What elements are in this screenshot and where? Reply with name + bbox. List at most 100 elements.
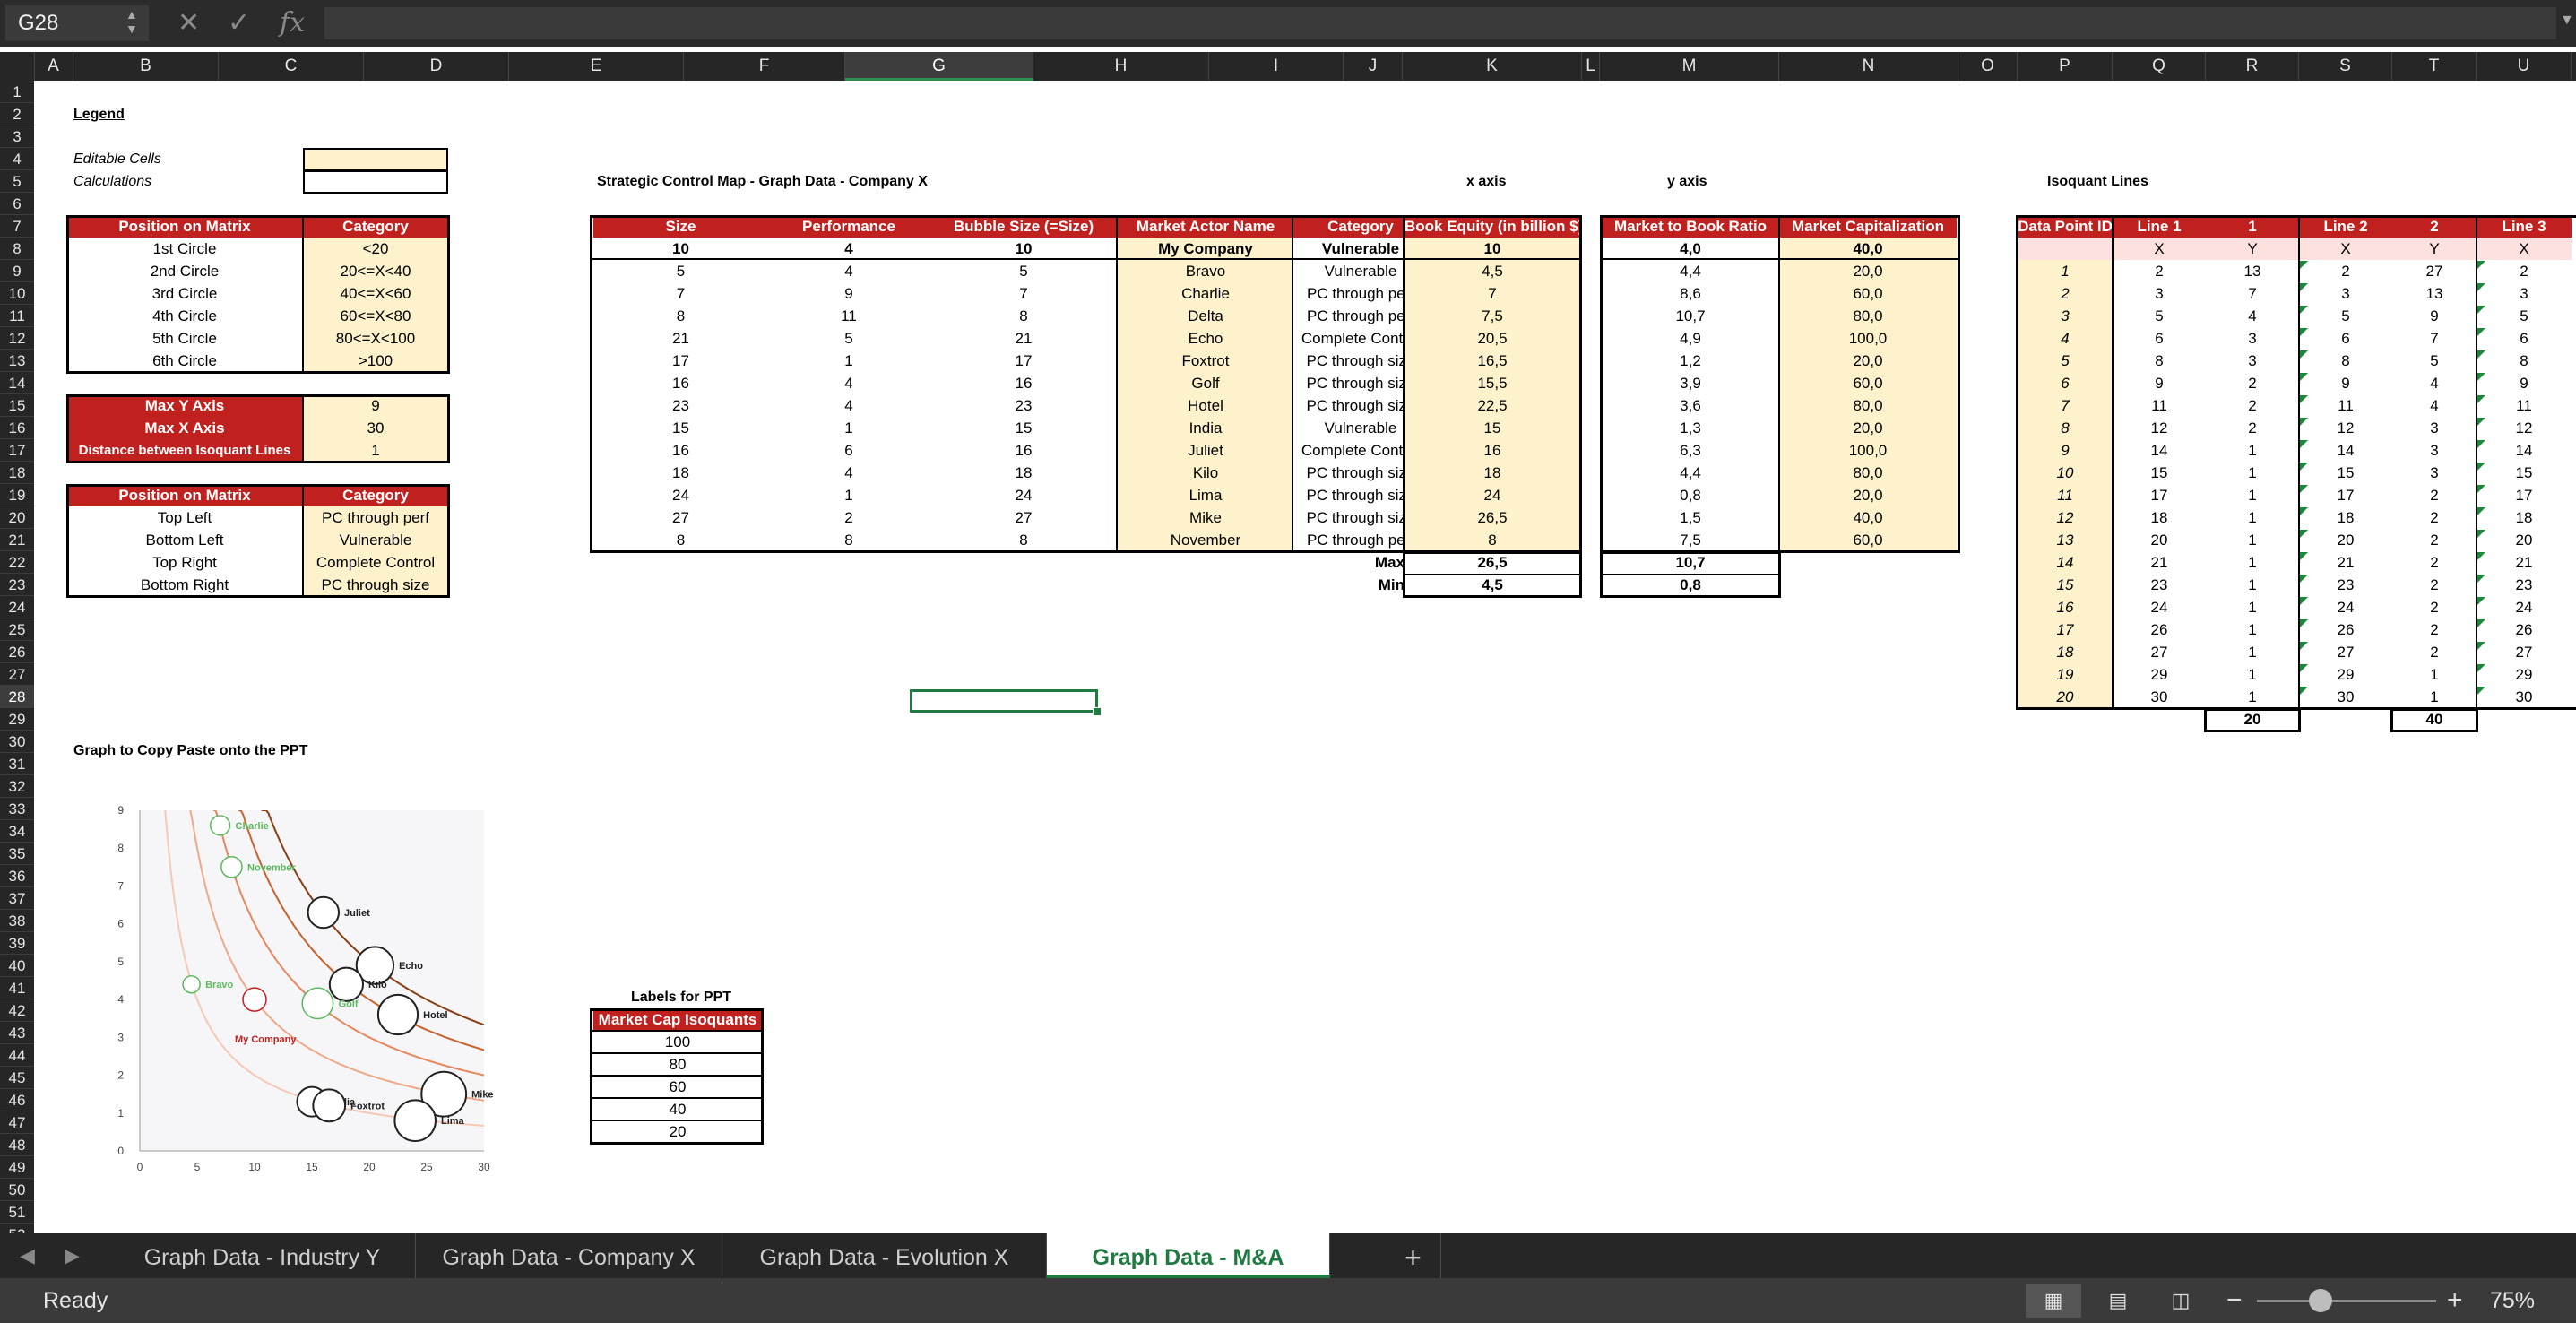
row-header-41[interactable]: 41 (0, 977, 34, 999)
column-header-o[interactable]: O (1958, 52, 2018, 81)
zoom-slider-track[interactable] (2257, 1300, 2436, 1302)
sheet-tab-1[interactable]: Graph Data - Industry Y (109, 1233, 416, 1278)
column-header-p[interactable]: P (2018, 52, 2113, 81)
bubble-juliet[interactable] (307, 895, 341, 930)
row-header-7[interactable]: 7 (0, 215, 34, 238)
row-header-3[interactable]: 3 (0, 125, 34, 148)
row-header-36[interactable]: 36 (0, 865, 34, 887)
bubble-foxtrot[interactable] (312, 1088, 347, 1123)
row-header-8[interactable]: 8 (0, 238, 34, 260)
function-icon[interactable]: fx (280, 7, 305, 39)
row-header-18[interactable]: 18 (0, 462, 34, 484)
row-header-51[interactable]: 51 (0, 1201, 34, 1224)
row-header-24[interactable]: 24 (0, 596, 34, 618)
row-header-48[interactable]: 48 (0, 1134, 34, 1156)
row-header-46[interactable]: 46 (0, 1089, 34, 1111)
row-header-13[interactable]: 13 (0, 350, 34, 372)
row-header-15[interactable]: 15 (0, 394, 34, 417)
bubble-kilo[interactable] (328, 966, 364, 1002)
row-header-34[interactable]: 34 (0, 820, 34, 843)
row-header-28[interactable]: 28 (0, 686, 34, 708)
column-header-n[interactable]: N (1779, 52, 1958, 81)
bubble-charlie[interactable] (209, 815, 231, 836)
row-header-45[interactable]: 45 (0, 1067, 34, 1089)
column-header-h[interactable]: H (1033, 52, 1209, 81)
column-header-u[interactable]: U (2477, 52, 2572, 81)
row-header-17[interactable]: 17 (0, 439, 34, 462)
row-header-50[interactable]: 50 (0, 1179, 34, 1201)
row-header-32[interactable]: 32 (0, 775, 34, 798)
row-header-47[interactable]: 47 (0, 1111, 34, 1134)
bubble-bravo[interactable] (182, 974, 201, 994)
row-header-35[interactable]: 35 (0, 843, 34, 865)
row-header-26[interactable]: 26 (0, 641, 34, 663)
column-header-i[interactable]: I (1209, 52, 1344, 81)
row-header-4[interactable]: 4 (0, 148, 34, 170)
zoom-slider-thumb[interactable] (2309, 1289, 2332, 1312)
sheet-tab-2[interactable]: Graph Data - Company X (416, 1233, 722, 1278)
tab-scroll-right-icon[interactable]: ▶ (65, 1244, 80, 1267)
column-header-b[interactable]: B (73, 52, 219, 81)
row-header-29[interactable]: 29 (0, 708, 34, 731)
fill-handle[interactable] (1093, 707, 1102, 716)
bubble-golf[interactable] (301, 987, 334, 1020)
confirm-icon[interactable]: ✓ (228, 7, 250, 39)
row-header-19[interactable]: 19 (0, 484, 34, 506)
row-header-12[interactable]: 12 (0, 327, 34, 350)
row-header-25[interactable]: 25 (0, 618, 34, 641)
row-header-31[interactable]: 31 (0, 753, 34, 775)
bubble-lima[interactable] (393, 1099, 437, 1143)
column-header-f[interactable]: F (684, 52, 845, 81)
column-header-l[interactable]: L (1582, 52, 1600, 81)
page-break-view-icon[interactable]: ◫ (2153, 1284, 2209, 1318)
selected-cell-g28[interactable] (910, 689, 1098, 713)
row-header-38[interactable]: 38 (0, 910, 34, 932)
zoom-in-button[interactable]: + (2447, 1278, 2463, 1323)
bubble-november[interactable] (220, 855, 243, 878)
bubble-chart[interactable]: 0 5 10 15 20 25 30 0 1 2 3 4 5 6 7 8 9 Charlie November Ju… (100, 794, 513, 1180)
row-header-9[interactable]: 9 (0, 260, 34, 282)
row-header-43[interactable]: 43 (0, 1022, 34, 1044)
column-header-m[interactable]: M (1600, 52, 1779, 81)
row-header-14[interactable]: 14 (0, 372, 34, 394)
row-header-40[interactable]: 40 (0, 955, 34, 977)
row-header-1[interactable]: 1 (0, 81, 34, 103)
row-header-44[interactable]: 44 (0, 1044, 34, 1067)
page-layout-view-icon[interactable]: ▤ (2090, 1284, 2146, 1318)
column-header-q[interactable]: Q (2113, 52, 2206, 81)
column-header-s[interactable]: S (2299, 52, 2392, 81)
tab-scroll-left-icon[interactable]: ◀ (20, 1244, 35, 1267)
sheet-tab-4[interactable]: Graph Data - M&A (1047, 1233, 1330, 1278)
column-header-t[interactable]: T (2392, 52, 2477, 81)
bubble-hotel[interactable] (376, 993, 419, 1036)
bubble-my-company[interactable] (242, 987, 267, 1012)
select-all-corner[interactable] (0, 52, 35, 81)
row-header-42[interactable]: 42 (0, 999, 34, 1022)
zoom-level[interactable]: 75% (2490, 1278, 2535, 1323)
normal-view-icon[interactable]: ▦ (2026, 1284, 2081, 1318)
formula-input[interactable] (324, 7, 2556, 39)
chevron-down-icon[interactable]: ▼ (2560, 13, 2574, 29)
row-header-2[interactable]: 2 (0, 103, 34, 125)
row-header-16[interactable]: 16 (0, 417, 34, 439)
row-header-20[interactable]: 20 (0, 506, 34, 529)
row-header-22[interactable]: 22 (0, 551, 34, 574)
name-box-spinner-icon[interactable]: ▲▼ (125, 7, 138, 36)
add-sheet-button[interactable]: + (1386, 1233, 1441, 1278)
zoom-out-button[interactable]: − (2226, 1278, 2243, 1323)
column-header-a[interactable]: A (34, 52, 73, 81)
row-header-30[interactable]: 30 (0, 731, 34, 753)
row-header-10[interactable]: 10 (0, 282, 34, 305)
column-header-e[interactable]: E (509, 52, 684, 81)
row-header-33[interactable]: 33 (0, 798, 34, 820)
column-header-j[interactable]: J (1344, 52, 1403, 81)
row-header-27[interactable]: 27 (0, 663, 34, 686)
row-header-49[interactable]: 49 (0, 1156, 34, 1179)
cancel-icon[interactable]: ✕ (177, 7, 200, 39)
row-header-6[interactable]: 6 (0, 193, 34, 215)
column-header-g[interactable]: G (845, 52, 1033, 81)
row-header-23[interactable]: 23 (0, 574, 34, 596)
row-header-5[interactable]: 5 (0, 170, 34, 193)
column-header-c[interactable]: C (219, 52, 364, 81)
column-header-k[interactable]: K (1403, 52, 1582, 81)
